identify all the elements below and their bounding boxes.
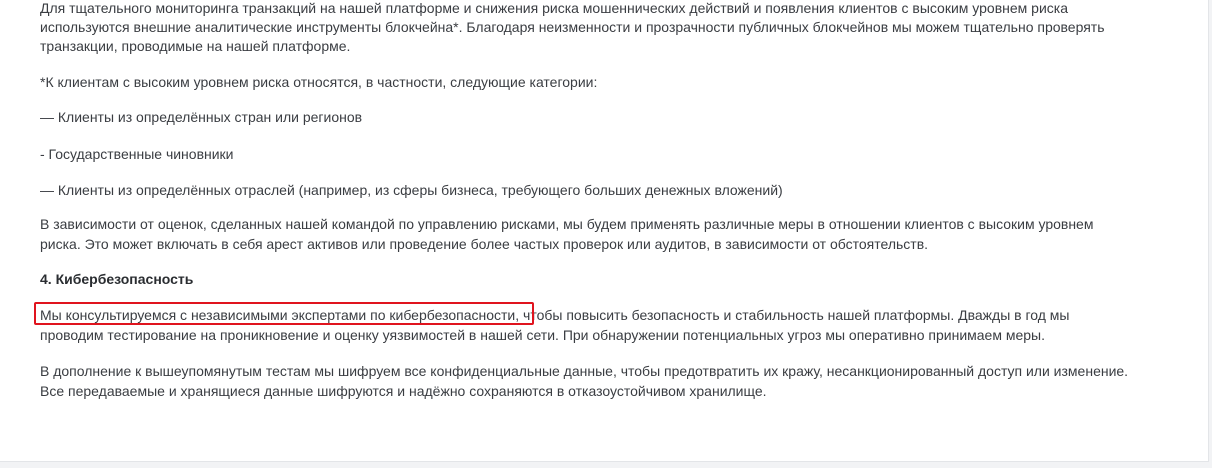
measures-line-1: В зависимости от оценок, сделанных нашей… — [40, 216, 1094, 232]
intro-line-1: Для тщательного мониторинга транзакций н… — [40, 0, 1069, 16]
intro-line-2: используются внешние аналитические инстр… — [40, 19, 1105, 35]
category-item: - Государственные чиновники — [40, 146, 234, 162]
encryption-line-2: Все передаваемые и хранящиеся данные шиф… — [40, 383, 767, 399]
measures-line-2: риска. Это может включать в себя арест а… — [40, 236, 929, 252]
footnote: *К клиентам с высоким уровнем риска отно… — [40, 74, 598, 90]
category-item: — Клиенты из определённых стран или реги… — [40, 109, 363, 125]
cyber-line-1-rest: чтобы повысить безопасность и стабильнос… — [519, 307, 1070, 323]
category-item: — Клиенты из определённых отраслей (напр… — [40, 182, 783, 198]
section-heading: 4. Кибербезопасность — [40, 271, 194, 287]
encryption-line-1: В дополнение к вышеупомянутым тестам мы … — [40, 363, 1129, 379]
document-card: Для тщательного мониторинга транзакций н… — [0, 0, 1209, 462]
cyber-line-1: Мы консультируемся с независимыми экспер… — [40, 305, 1070, 325]
intro-line-3: транзакции, проводимые на нашей платформ… — [40, 38, 351, 54]
cyber-line-2: проводим тестирование на проникновение и… — [40, 327, 1046, 343]
highlighted-text: Мы консультируемся с независимыми экспер… — [40, 307, 520, 323]
